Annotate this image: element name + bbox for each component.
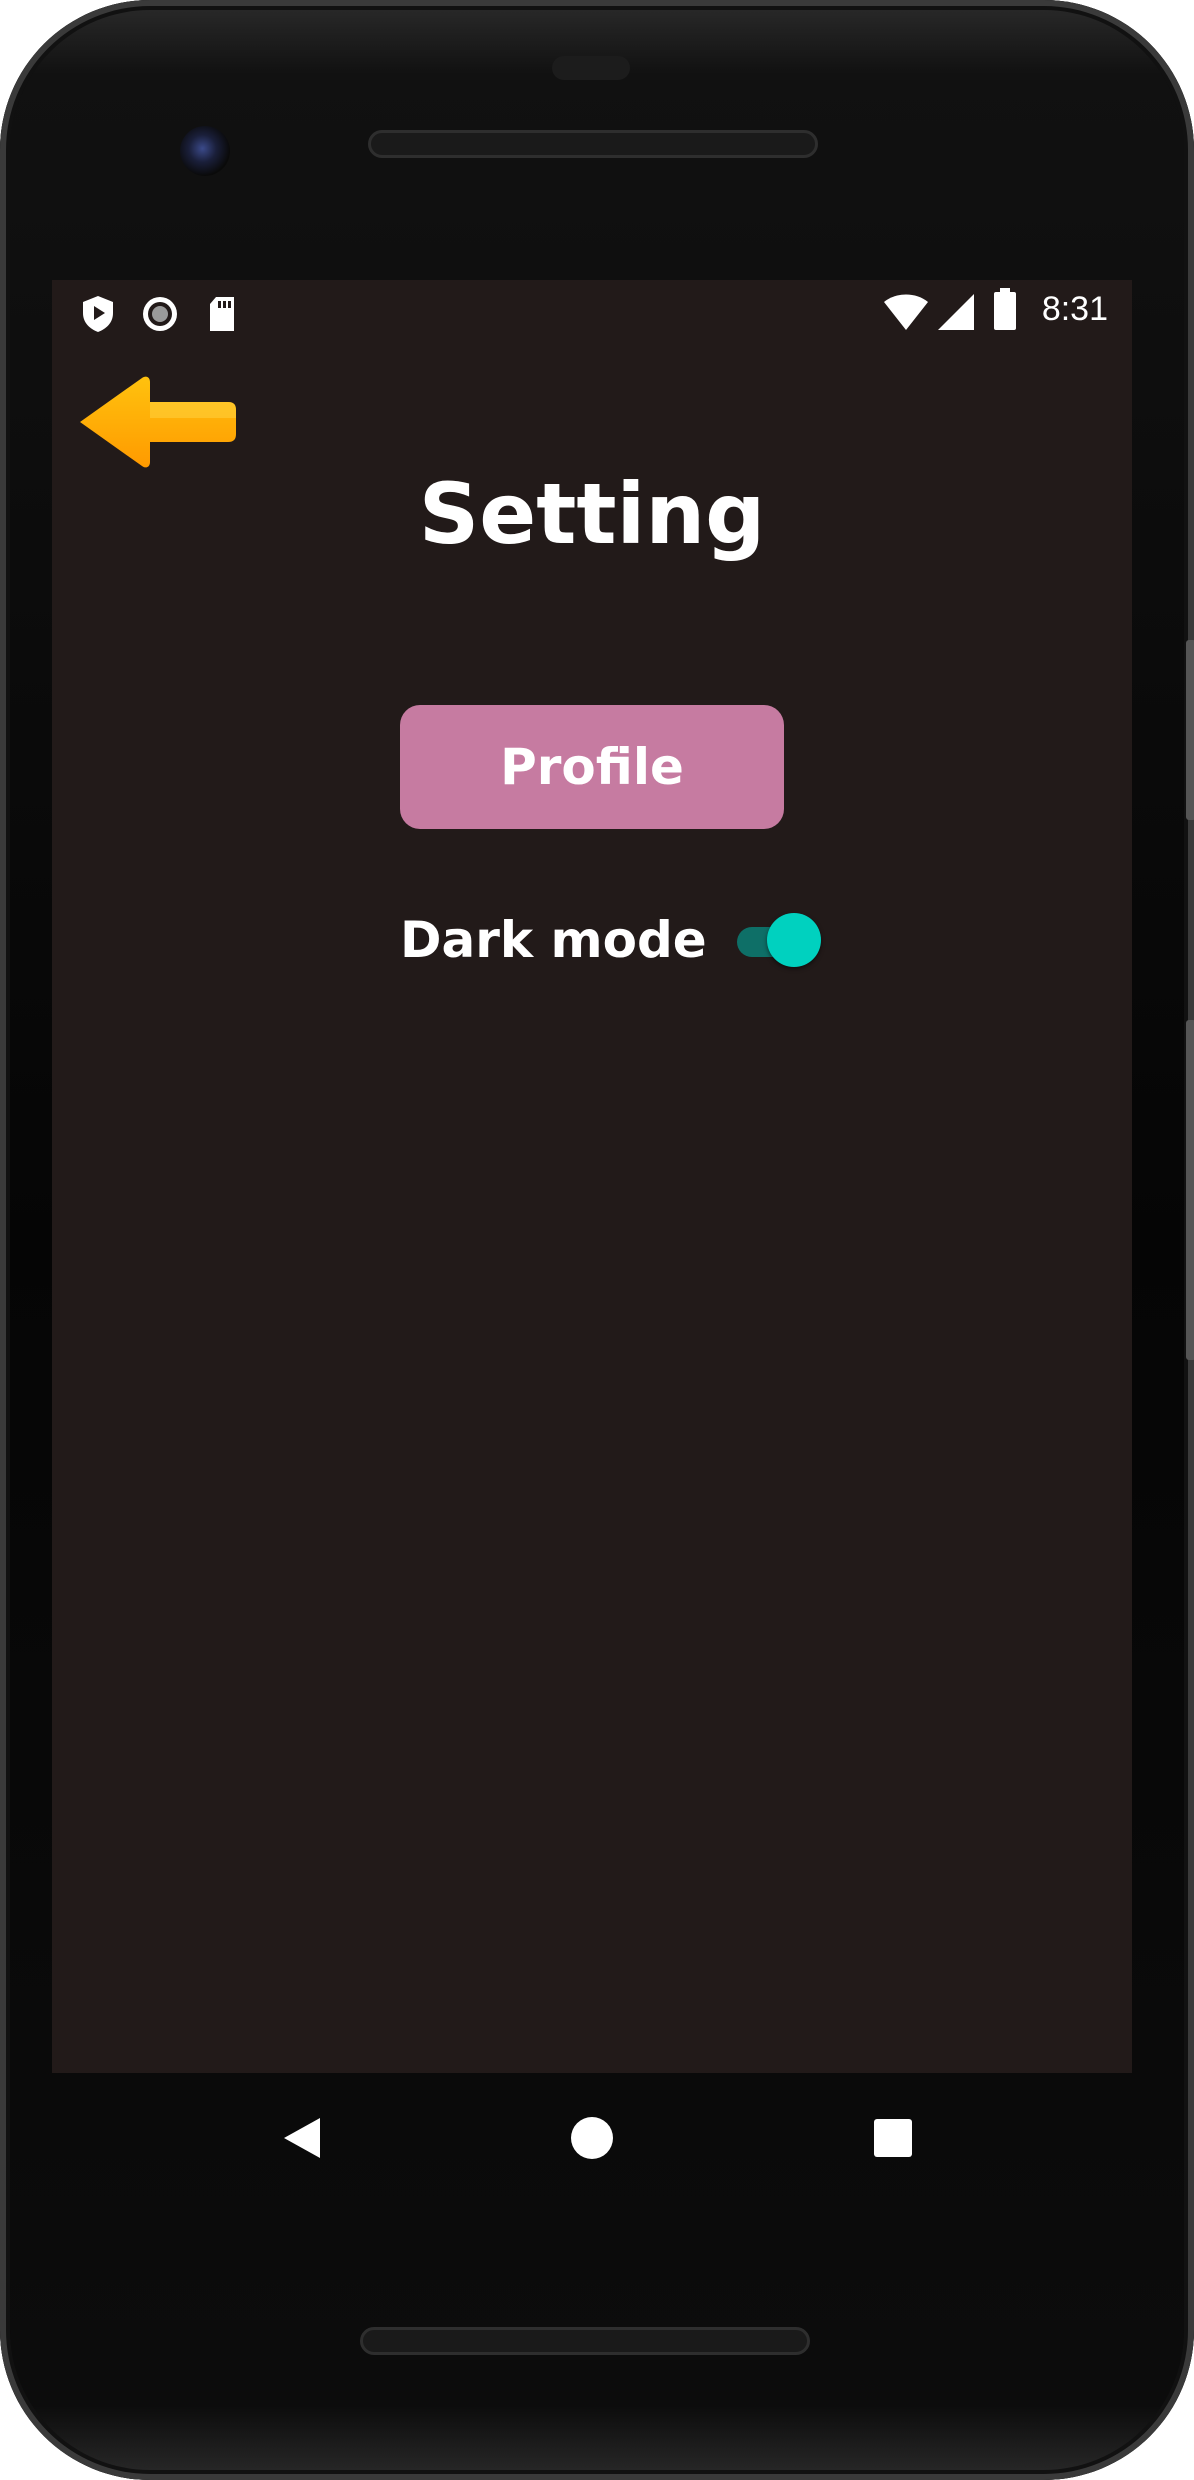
wifi-icon — [884, 294, 928, 330]
battery-icon — [994, 288, 1016, 330]
front-camera — [180, 126, 230, 176]
bottom-speaker-grille — [360, 2327, 810, 2355]
status-bar: 8:31 — [52, 280, 1132, 342]
phone-frame: 8:31 Setting Profile Dark mode — [0, 0, 1194, 2480]
profile-button[interactable]: Profile — [400, 705, 784, 829]
shield-play-icon — [83, 296, 113, 332]
cell-signal-icon — [938, 294, 974, 330]
volume-rocker — [1186, 1020, 1194, 1360]
recents-square-icon — [874, 2119, 912, 2157]
nav-home-button[interactable] — [557, 2103, 627, 2173]
page-title: Setting — [418, 465, 766, 563]
dark-mode-toggle[interactable] — [736, 913, 823, 967]
back-triangle-icon — [284, 2118, 320, 2158]
navigation-bar — [52, 2073, 1132, 2203]
nav-back-button[interactable] — [267, 2103, 337, 2173]
power-button — [1186, 640, 1194, 820]
sd-card-icon — [210, 297, 234, 331]
dark-mode-row: Dark mode — [400, 900, 823, 980]
home-circle-icon — [571, 2117, 613, 2159]
circle-record-icon — [143, 297, 177, 331]
dark-mode-label: Dark mode — [400, 911, 707, 969]
top-sensor-slot — [552, 56, 630, 80]
back-button[interactable] — [76, 372, 240, 472]
status-time: 8:31 — [1041, 290, 1108, 328]
top-speaker-grille — [368, 130, 818, 158]
toggle-thumb — [766, 913, 821, 967]
app-screen: 8:31 Setting Profile Dark mode — [52, 280, 1132, 2073]
nav-recents-button[interactable] — [858, 2103, 928, 2173]
arrow-left-icon — [80, 376, 236, 468]
